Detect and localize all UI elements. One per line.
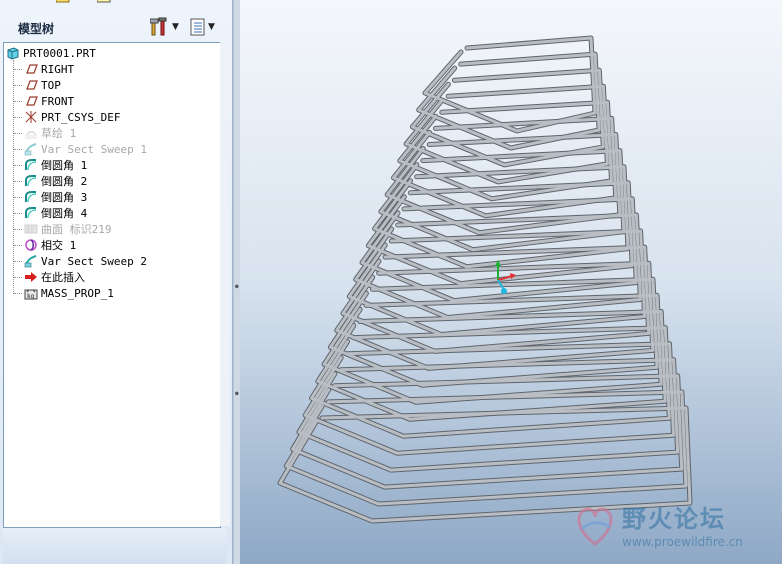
tree-item[interactable]: kg MASS_PROP_1 — [24, 285, 114, 301]
tree-item[interactable]: RIGHT — [24, 61, 74, 77]
tree-connector — [14, 213, 22, 214]
settings-button[interactable]: ▼ — [150, 16, 179, 38]
tree-connector — [14, 101, 22, 102]
sketch-icon — [25, 131, 37, 139]
tools-icon — [150, 17, 167, 36]
round-icon — [25, 191, 37, 203]
tree-connector — [14, 165, 22, 166]
favorites-icon[interactable]: * — [97, 0, 111, 8]
tree-item-label: FRONT — [41, 94, 75, 108]
tree-item-label: 相交 1 — [41, 239, 77, 252]
forum-watermark: 野火论坛 www.proewildfire.cn — [570, 497, 780, 559]
csys-icon — [25, 111, 37, 123]
tree-item-label: Var Sect Sweep 1 — [41, 142, 147, 156]
tree-connector — [13, 60, 14, 294]
tree-connector — [14, 293, 22, 294]
tree-root[interactable]: PRT0001.PRT — [6, 45, 96, 61]
tree-item[interactable]: 倒圆角 3 — [24, 189, 87, 205]
tree-item[interactable]: 倒圆角 1 — [24, 157, 87, 173]
panel-header: 模型树 ▼ ▼ — [0, 12, 232, 42]
tree-connector — [14, 133, 22, 134]
tree-item-label: 草绘 1 — [41, 127, 77, 140]
list-view-icon — [190, 18, 205, 36]
tree-item-label: TOP — [41, 78, 61, 92]
tree-item[interactable]: 草绘 1 — [24, 125, 76, 141]
csys-triad-icon — [495, 260, 516, 294]
tree-connector — [14, 277, 22, 278]
show-dropdown-caret: ▼ — [208, 22, 215, 32]
tree-root-label: PRT0001.PRT — [23, 46, 96, 60]
analysis-icon: kg — [24, 289, 38, 300]
tree-item[interactable]: 曲面 标识219 — [24, 221, 112, 237]
tree-item[interactable]: PRT_CSYS_DEF — [24, 109, 120, 125]
tree-item[interactable]: Var Sect Sweep 1 — [24, 141, 147, 157]
show-button[interactable]: ▼ — [190, 16, 215, 38]
splitter-grip-top: ● — [235, 283, 239, 290]
graphics-viewport[interactable]: 野火论坛 www.proewildfire.cn — [240, 0, 782, 564]
tree-item[interactable]: 在此插入 — [24, 269, 85, 285]
round-icon — [25, 159, 37, 171]
tree-item-label: 曲面 标识219 — [41, 223, 112, 236]
panel-title: 模型树 — [18, 22, 55, 36]
svg-text:*: * — [101, 0, 106, 3]
tree-item-label: 在此插入 — [41, 271, 85, 284]
round-icon — [25, 207, 37, 219]
part-icon — [7, 47, 19, 60]
tree-connector — [14, 261, 22, 262]
forum-logo-icon — [577, 507, 613, 546]
tree-item-label: 倒圆角 4 — [41, 207, 88, 220]
round-icon — [25, 175, 37, 187]
sweep-icon — [24, 143, 37, 156]
tree-item[interactable]: 相交 1 — [24, 237, 76, 253]
watermark-title: 野火论坛 — [622, 505, 726, 533]
watermark-url: www.proewildfire.cn — [622, 535, 743, 549]
panel-footer — [3, 528, 227, 564]
tree-item-label: PRT_CSYS_DEF — [41, 110, 121, 124]
tree-item-label: 倒圆角 3 — [41, 191, 88, 204]
tree-connector — [14, 117, 22, 118]
tree-connector — [14, 85, 22, 86]
tree-item[interactable]: FRONT — [24, 93, 74, 109]
tree-item[interactable]: 倒圆角 2 — [24, 173, 87, 189]
surface-icon — [24, 224, 38, 234]
navigator-tabs: * — [0, 0, 232, 10]
tree-item-label: MASS_PROP_1 — [41, 286, 114, 300]
model-tree[interactable]: PRT0001.PRT RIGHT TOP FRONT PRT_CSYS_DEF 草绘 … — [3, 42, 221, 528]
tree-item-label: Var Sect Sweep 2 — [41, 254, 147, 268]
tree-item[interactable]: Var Sect Sweep 2 — [24, 253, 147, 269]
insert-arrow-icon — [25, 272, 37, 282]
tree-item-label: 倒圆角 2 — [41, 175, 88, 188]
tree-scrollbar[interactable] — [220, 42, 230, 526]
datum-plane-icon — [26, 80, 38, 90]
settings-dropdown-caret: ▼ — [172, 22, 179, 32]
splitter-grip-bottom: ● — [235, 390, 239, 397]
sweep-icon — [24, 255, 37, 268]
datum-plane-icon — [26, 64, 38, 74]
datum-plane-icon — [26, 96, 38, 106]
folder-tree-icon[interactable] — [14, 0, 28, 8]
tree-item-label: RIGHT — [41, 62, 75, 76]
tree-connector — [14, 149, 22, 150]
tree-item[interactable]: TOP — [24, 77, 61, 93]
model-tree-panel: * 模型树 ▼ ▼ — [0, 0, 233, 564]
tree-connector — [14, 229, 22, 230]
tree-connector — [14, 245, 22, 246]
tree-item[interactable]: 倒圆角 4 — [24, 205, 87, 221]
folder-browser-icon[interactable] — [56, 0, 70, 8]
svg-text:kg: kg — [27, 293, 35, 300]
tree-connector — [14, 197, 22, 198]
tree-connector — [14, 69, 22, 70]
tree-item-label: 倒圆角 1 — [41, 159, 88, 172]
intersect-icon — [25, 239, 37, 251]
tree-connector — [14, 181, 22, 182]
